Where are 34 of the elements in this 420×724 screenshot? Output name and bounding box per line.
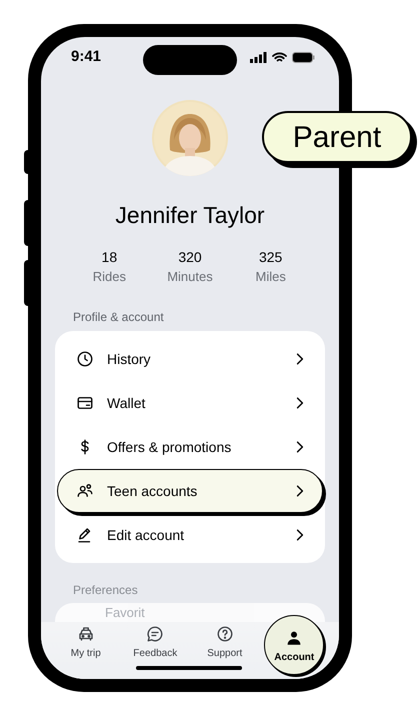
stat-label: Miles: [255, 268, 286, 286]
chevron-right-icon: [296, 485, 304, 497]
clock-icon: [76, 350, 94, 368]
chevron-right-icon: [296, 397, 304, 409]
car-icon: [76, 625, 95, 643]
menu-item[interactable]: Wallet: [57, 381, 323, 425]
section-title: Profile & account: [72, 309, 165, 325]
stat-value: 18: [102, 248, 118, 266]
menu-item[interactable]: Teen accounts: [57, 469, 323, 513]
tab-button[interactable]: Feedback: [133, 622, 178, 679]
stat-label: Rides: [92, 268, 126, 286]
card-icon: [76, 394, 94, 412]
tab-button[interactable]: Account: [264, 615, 324, 675]
menu-item[interactable]: History: [57, 337, 323, 381]
tab-button[interactable]: My trip: [70, 622, 101, 679]
signal-icon: [250, 52, 267, 62]
people-icon: [76, 482, 94, 500]
menu-item[interactable]: Offers & promotions: [57, 425, 323, 469]
battery-icon: [292, 52, 315, 62]
profile-name: Jennifer Taylor: [114, 201, 266, 230]
stat-label: Minutes: [167, 268, 213, 286]
tab-button[interactable]: Support: [207, 622, 242, 679]
chevron-right-icon: [296, 353, 304, 365]
chat-bubble-icon: [146, 625, 164, 643]
chevron-right-icon: [296, 441, 304, 453]
stat-value: 320: [178, 248, 202, 266]
person-icon: [285, 629, 304, 647]
help-icon: [216, 625, 234, 643]
chevron-right-icon: [296, 529, 304, 541]
section-title: Preferences: [72, 582, 139, 598]
status-time: 9:41: [71, 46, 102, 67]
wifi-icon: [272, 52, 287, 62]
menu-item[interactable]: Edit account: [57, 513, 323, 557]
stat-value: 325: [258, 248, 282, 266]
